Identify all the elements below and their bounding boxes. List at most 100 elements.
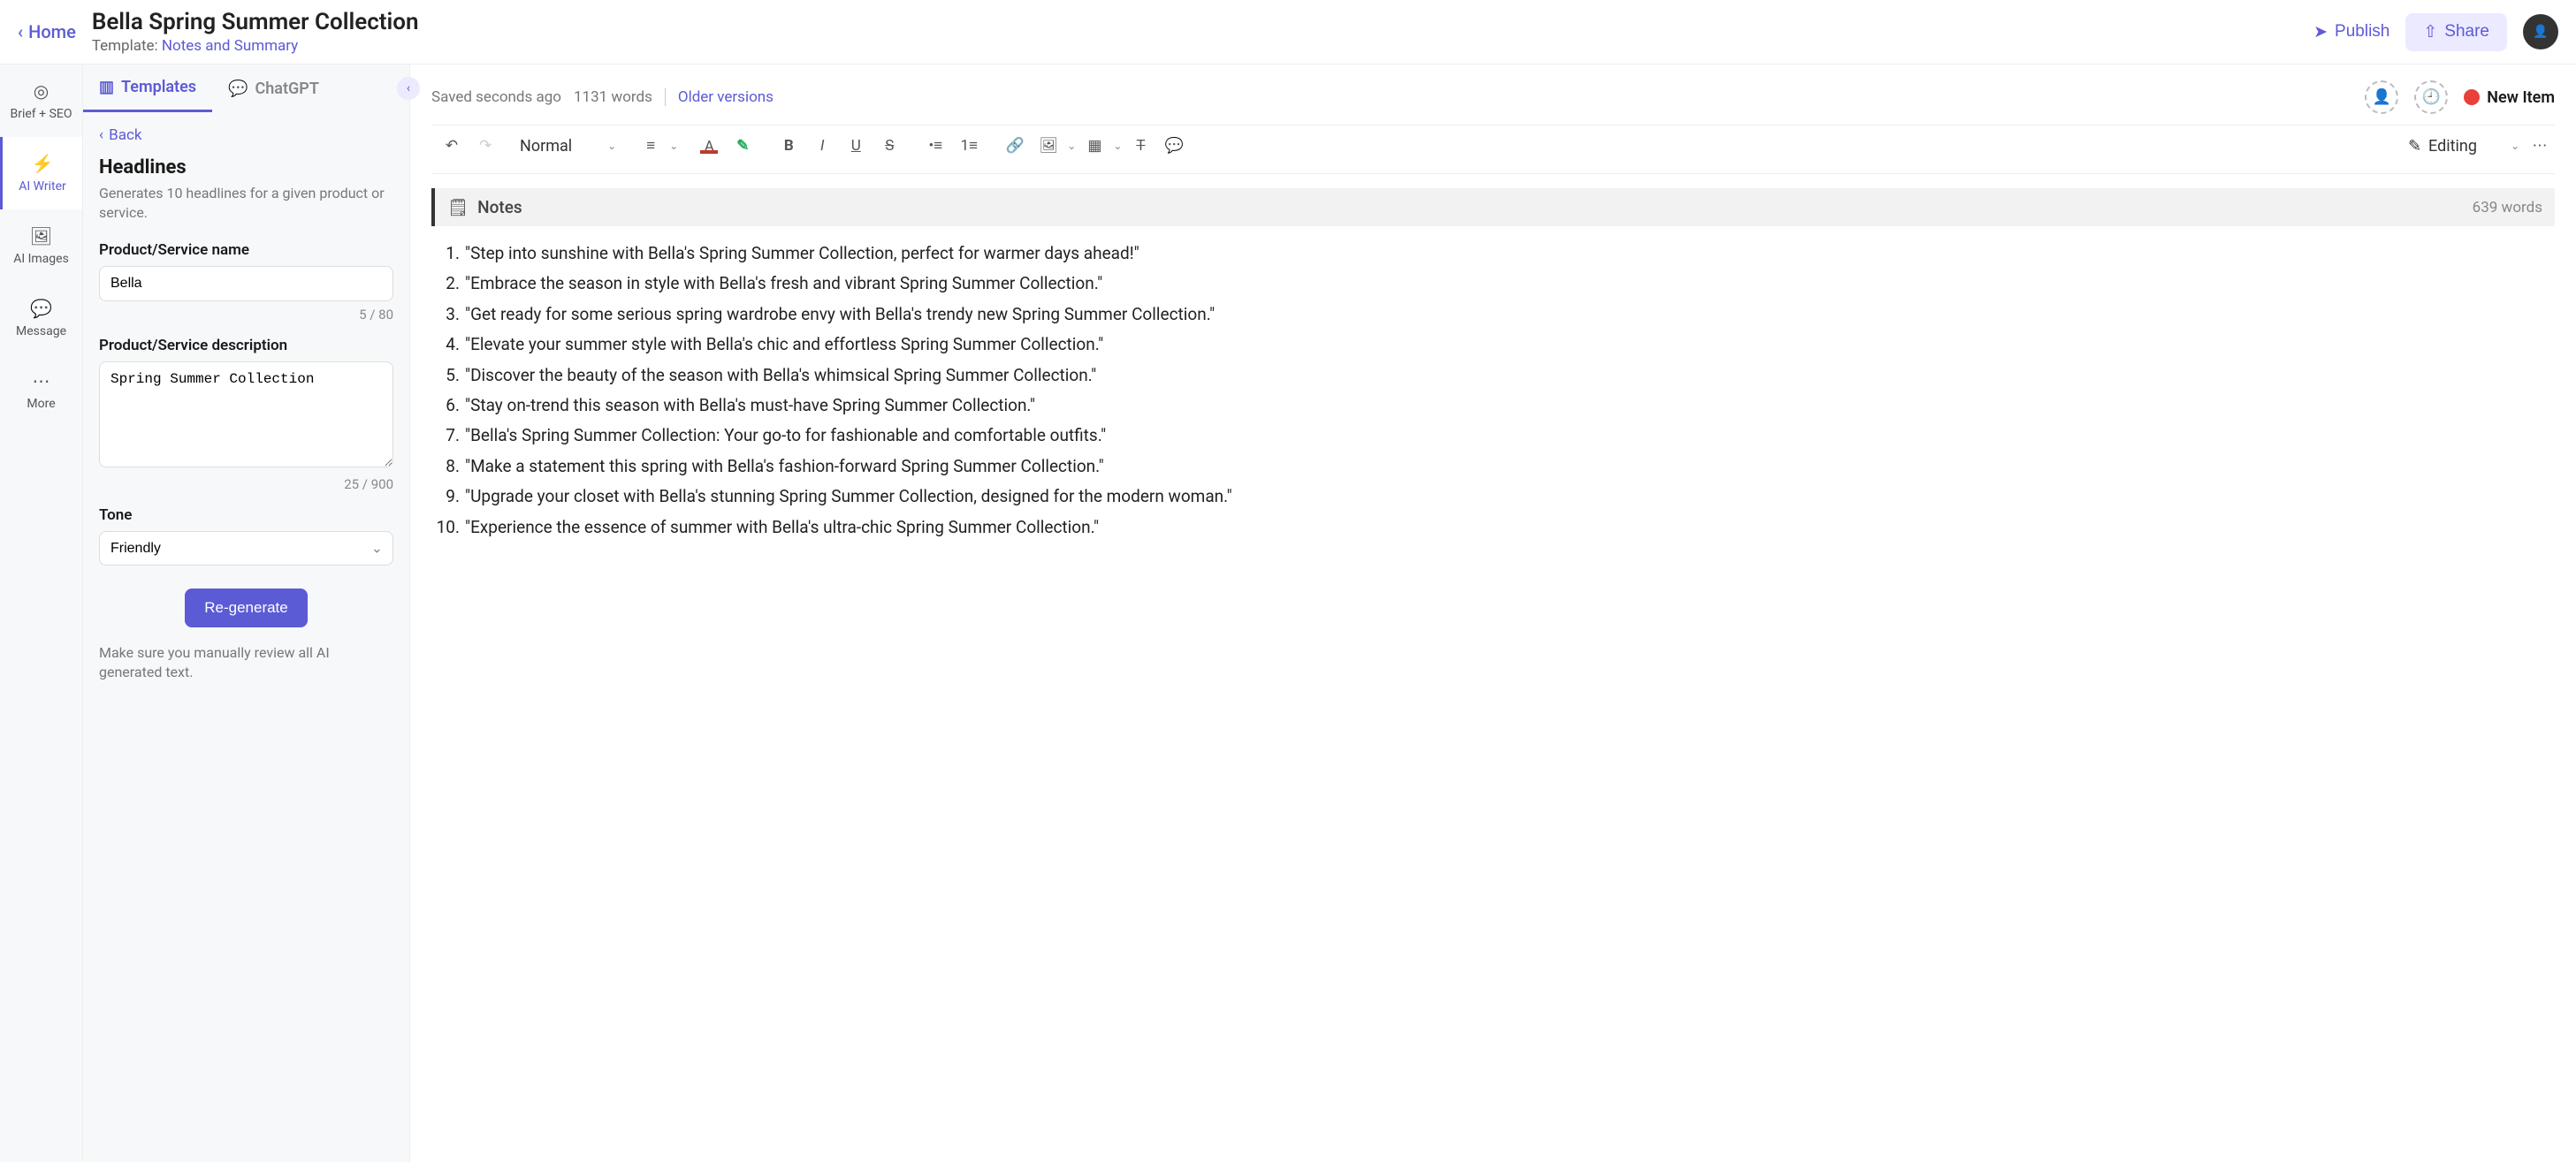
send-icon: ➤ [2313,22,2328,42]
tab-label: Templates [121,78,196,96]
tab-templates[interactable]: ▥ Templates [83,65,212,112]
template-line: Template: Notes and Summary [92,37,2298,55]
collapse-panel-button[interactable]: ‹ [397,77,420,100]
template-prefix: Template: [92,37,162,55]
list-item[interactable]: 6."Stay on-trend this season with Bella'… [435,392,2555,419]
editing-mode-select[interactable]: ✎ Editing ⌄ [2408,137,2519,156]
template-link[interactable]: Notes and Summary [162,37,298,55]
name-counter: 5 / 80 [99,307,393,323]
rail-label: Message [16,324,66,338]
comment-button[interactable]: 💬 [1159,131,1189,161]
name-field-label: Product/Service name [99,241,393,259]
pencil-icon: ✎ [2408,137,2421,156]
regenerate-button[interactable]: Re-generate [185,589,308,627]
bullet-list-button[interactable]: •≡ [920,131,950,161]
clear-format-button[interactable]: T [1125,131,1155,161]
list-item[interactable]: 9."Upgrade your closet with Bella's stun… [435,483,2555,510]
image-button[interactable]: 🖼 [1033,131,1063,161]
list-item[interactable]: 7."Bella's Spring Summer Collection: You… [435,422,2555,449]
list-item[interactable]: 10."Experience the essence of summer wit… [435,514,2555,541]
add-user-button[interactable]: 👤 [2365,80,2398,114]
list-number: 2. [435,270,460,297]
bold-button[interactable]: B [774,131,804,161]
list-number: 1. [435,240,460,267]
rail-label: AI Images [13,252,69,266]
chat-bubble-icon: 💬 [228,80,248,98]
list-number: 9. [435,483,460,510]
list-text: "Make a statement this spring with Bella… [465,453,1104,480]
panel-body: ‹ Back Headlines Generates 10 headlines … [83,112,409,697]
publish-button[interactable]: ➤ Publish [2313,22,2389,42]
desc-field-label: Product/Service description [99,337,393,354]
list-number: 6. [435,392,460,419]
rail-ai-images[interactable]: 🖼 AI Images [0,209,82,282]
rail-ai-writer[interactable]: ⚡ AI Writer [0,137,82,209]
list-number: 8. [435,453,460,480]
align-button[interactable]: ≡ [636,131,666,161]
tab-label: ChatGPT [255,80,318,98]
text-color-button[interactable]: A [694,131,724,161]
rail-label: AI Writer [19,179,66,194]
document-title[interactable]: Bella Spring Summer Collection [92,9,2298,35]
user-plus-icon: 👤 [2373,88,2391,106]
books-icon: ▥ [99,78,114,96]
tone-select-wrap: Friendly ⌄ [99,531,393,566]
word-count: 1131 words [574,88,652,106]
new-item-status[interactable]: New Item [2464,88,2555,107]
tab-chatgpt[interactable]: 💬 ChatGPT [212,65,335,112]
home-link[interactable]: ‹ Home [18,21,76,42]
strikethrough-button[interactable]: S [874,131,904,161]
new-item-label: New Item [2487,88,2555,107]
older-versions-link[interactable]: Older versions [665,88,774,106]
history-button[interactable]: 🕘 [2414,80,2448,114]
product-name-input[interactable] [99,266,393,301]
list-item[interactable]: 1."Step into sunshine with Bella's Sprin… [435,240,2555,267]
rail-more[interactable]: ⋯ More [0,354,82,427]
table-button[interactable]: ▦ [1079,131,1109,161]
product-description-input[interactable] [99,361,393,467]
list-item[interactable]: 4."Elevate your summer style with Bella'… [435,331,2555,358]
numbered-list-button[interactable]: 1≡ [954,131,984,161]
list-text: "Bella's Spring Summer Collection: Your … [465,422,1106,449]
undo-button[interactable]: ↶ [437,131,467,161]
link-button[interactable]: 🔗 [1000,131,1030,161]
list-item[interactable]: 8."Make a statement this spring with Bel… [435,453,2555,480]
image-icon: 🖼 [30,225,52,247]
left-rail: ◎ Brief + SEO ⚡ AI Writer 🖼 AI Images 💬 … [0,65,83,1162]
saved-label: Saved seconds ago [431,88,561,106]
content-list[interactable]: 1."Step into sunshine with Bella's Sprin… [431,240,2555,544]
chevron-down-icon: ⌄ [2511,140,2519,152]
list-number: 3. [435,301,460,328]
list-number: 7. [435,422,460,449]
rail-message[interactable]: 💬 Message [0,282,82,354]
save-status: Saved seconds ago 1131 words Older versi… [431,88,774,106]
editor-top-right: 👤 🕘 New Item [2365,80,2555,114]
editor-area: Saved seconds ago 1131 words Older versi… [410,65,2576,1162]
list-item[interactable]: 2."Embrace the season in style with Bell… [435,270,2555,297]
redo-button[interactable]: ↷ [470,131,500,161]
rail-brief-seo[interactable]: ◎ Brief + SEO [0,65,82,137]
share-button[interactable]: ⇧ Share [2405,13,2507,51]
list-text: "Experience the essence of summer with B… [465,514,1099,541]
more-toolbar-button[interactable]: ⋯ [2525,131,2555,161]
list-text: "Discover the beauty of the season with … [465,362,1096,389]
list-item[interactable]: 5."Discover the beauty of the season wit… [435,362,2555,389]
panel-tabs: ▥ Templates 💬 ChatGPT ‹ [83,65,409,112]
panel-description: Generates 10 headlines for a given produ… [99,184,393,224]
italic-button[interactable]: I [807,131,837,161]
highlight-button[interactable]: ✎ [728,131,758,161]
underline-button[interactable]: U [841,131,871,161]
template-panel: ▥ Templates 💬 ChatGPT ‹ ‹ Back Headlines… [83,65,410,1162]
main-row: ◎ Brief + SEO ⚡ AI Writer 🖼 AI Images 💬 … [0,65,2576,1162]
list-item[interactable]: 3."Get ready for some serious spring war… [435,301,2555,328]
list-text: "Upgrade your closet with Bella's stunni… [465,483,1232,510]
clock-icon: 🕘 [2422,88,2441,106]
paragraph-style-select[interactable]: Normal ⌄ [511,137,625,156]
bolt-icon: ⚡ [32,153,54,174]
user-avatar[interactable]: 👤 [2523,14,2558,49]
back-link[interactable]: ‹ Back [99,126,393,144]
desc-counter: 25 / 900 [99,476,393,492]
list-number: 10. [435,514,460,541]
topbar: ‹ Home Bella Spring Summer Collection Te… [0,0,2576,65]
tone-select[interactable]: Friendly [99,531,393,566]
